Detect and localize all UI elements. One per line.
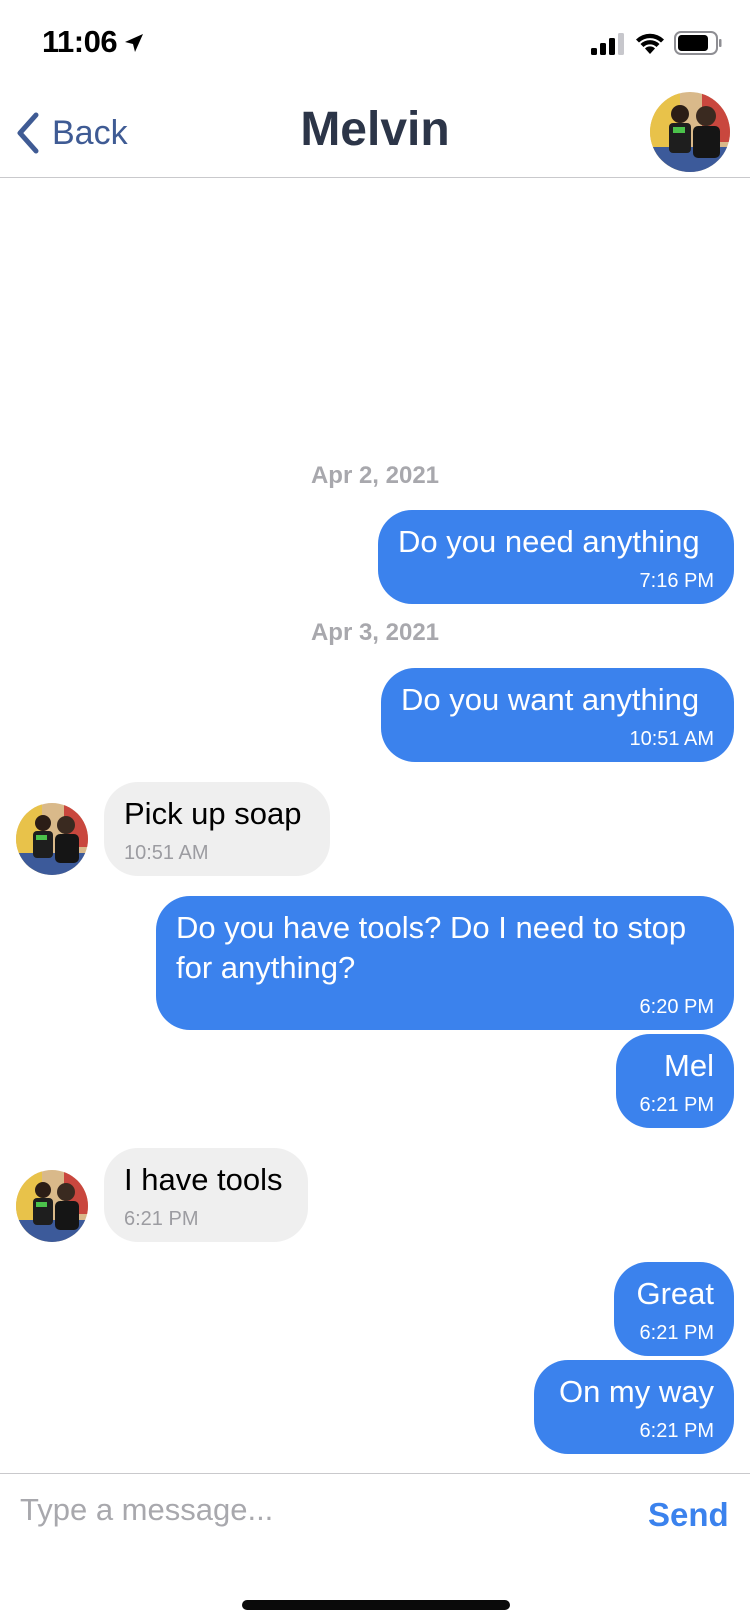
contact-avatar[interactable] (16, 1170, 88, 1242)
message-text: On my way (558, 1374, 714, 1409)
incoming-message-bubble[interactable]: I have tools 6:21 PM (104, 1148, 308, 1242)
message-time: 10:51 AM (629, 728, 714, 750)
outgoing-message-bubble[interactable]: Do you have tools? Do I need to stop for… (156, 896, 734, 1030)
message-time: 6:20 PM (639, 996, 714, 1018)
message-text: Do you want anything (401, 682, 700, 717)
navigation-bar: Back Melvin (0, 90, 750, 178)
wifi-icon (636, 33, 664, 54)
message-time: 6:21 PM (639, 1094, 714, 1116)
avatar-photo-icon (650, 92, 730, 172)
home-indicator[interactable] (242, 1600, 510, 1610)
send-button[interactable]: Send (648, 1496, 729, 1534)
message-text: Great (636, 1276, 714, 1311)
battery-icon (674, 31, 722, 55)
message-text: Do you need anything (398, 524, 700, 559)
avatar-photo-icon (16, 803, 88, 875)
message-input[interactable] (20, 1482, 600, 1538)
message-time: 6:21 PM (124, 1208, 199, 1230)
incoming-message-bubble[interactable]: Pick up soap 10:51 AM (104, 782, 330, 876)
outgoing-message-bubble[interactable]: Do you want anything 10:51 AM (381, 668, 734, 762)
avatar-photo-icon (16, 1170, 88, 1242)
message-time: 6:21 PM (639, 1322, 714, 1344)
outgoing-message-bubble[interactable]: Mel 6:21 PM (616, 1034, 734, 1128)
outgoing-message-bubble[interactable]: Great 6:21 PM (614, 1262, 734, 1356)
outgoing-message-bubble[interactable]: Do you need anything 7:16 PM (378, 510, 734, 604)
message-text: Mel (664, 1048, 714, 1083)
outgoing-message-bubble[interactable]: On my way 6:21 PM (534, 1360, 734, 1454)
status-bar: 11:06 (0, 0, 750, 90)
contact-avatar[interactable] (16, 803, 88, 875)
message-text: I have tools (124, 1162, 283, 1197)
message-composer: Send (0, 1473, 750, 1573)
message-time: 10:51 AM (124, 842, 209, 864)
signal-icon (591, 33, 624, 55)
status-time: 11:06 (42, 24, 118, 59)
message-time: 6:21 PM (639, 1420, 714, 1442)
message-text: Do you have tools? Do I need to stop for… (176, 910, 687, 985)
message-text: Pick up soap (124, 796, 302, 831)
date-separator: Apr 3, 2021 (310, 619, 440, 646)
date-separator: Apr 2, 2021 (310, 462, 440, 489)
contact-name-title: Melvin (300, 103, 450, 156)
message-time: 7:16 PM (639, 570, 714, 592)
location-arrow-icon (125, 34, 143, 52)
contact-avatar[interactable] (650, 92, 730, 172)
